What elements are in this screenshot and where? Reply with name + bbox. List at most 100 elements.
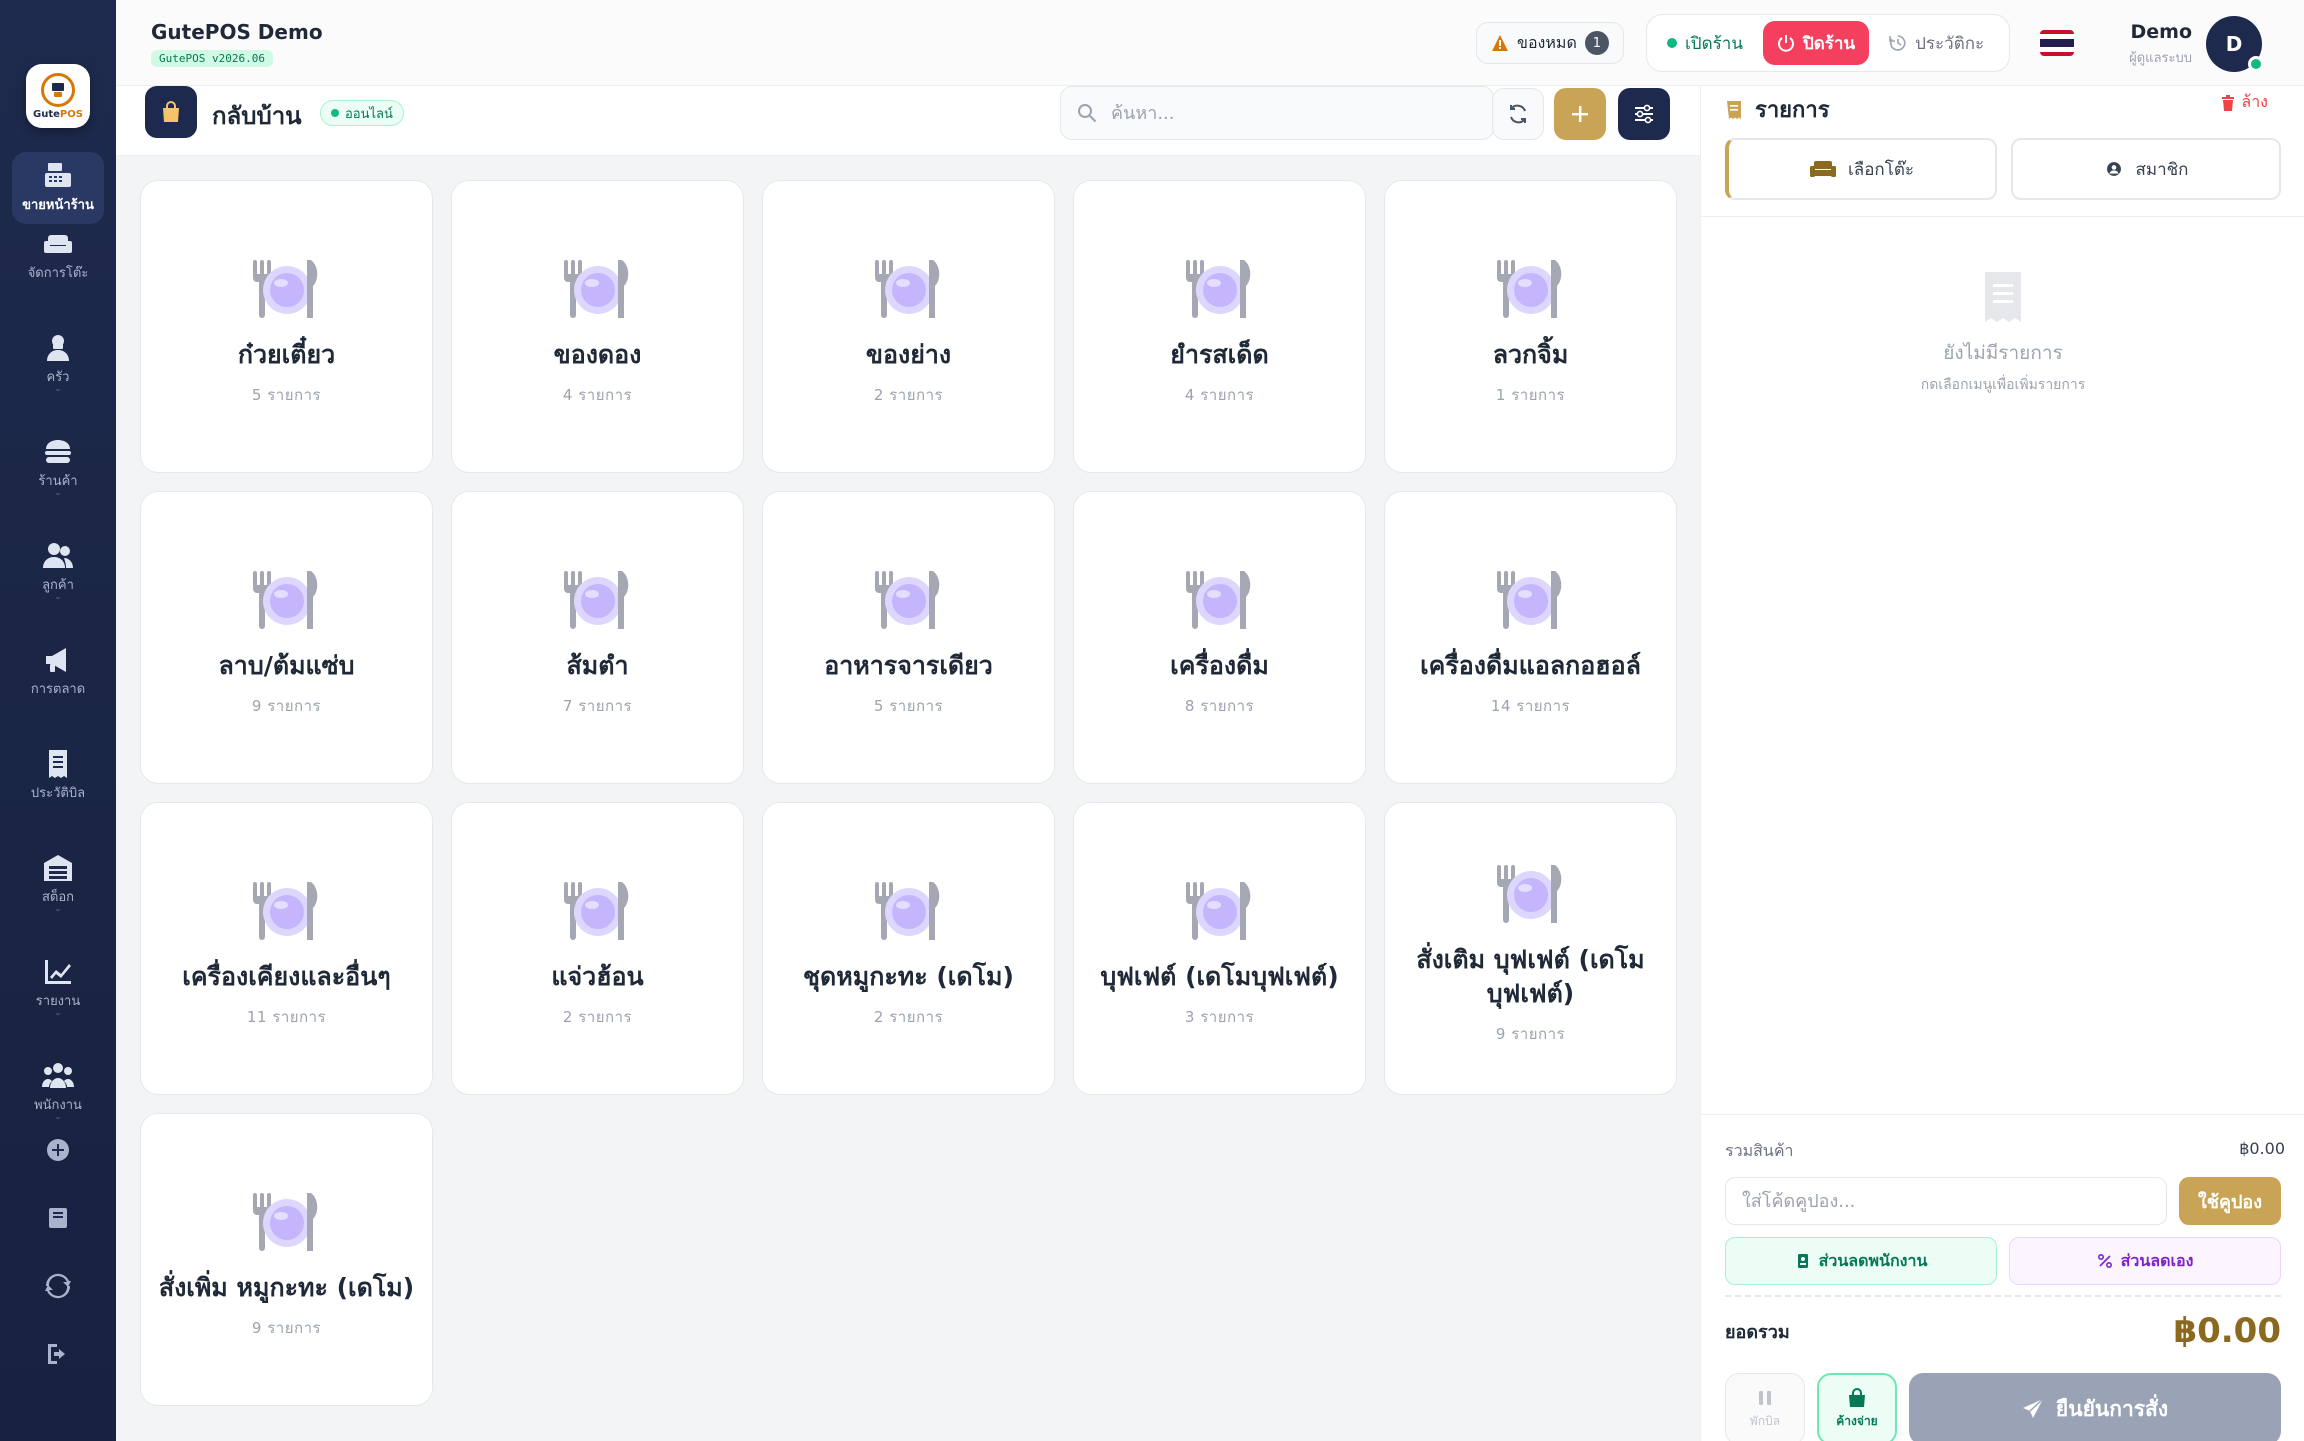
empty-title: ยังไม่มีรายการ (1943, 342, 2063, 364)
brand: GutePOS Demo GutePOS v2026.06 (151, 20, 323, 67)
category-name: แจ่วฮ้อน (551, 961, 644, 991)
category-count: 14 รายการ (1490, 697, 1571, 716)
grand-total-value: ฿0.00 (2173, 1311, 2281, 1351)
confirm-order-button[interactable]: ยืนยันการสั่ง (1909, 1373, 2281, 1441)
category-count: 4 รายการ (562, 386, 633, 405)
logo-text: GutePOS (33, 109, 83, 120)
pause-icon (1759, 1390, 1771, 1405)
category-card[interactable]: สั่งเพิ่ม หมูกะทะ (เดโม) 9 รายการ (140, 1113, 433, 1406)
chevron-down-icon: ⌄ (54, 488, 62, 498)
shift-history-button[interactable]: ประวัติกะ (1875, 21, 1998, 65)
add-button[interactable] (1554, 88, 1606, 140)
dish-icon (874, 570, 939, 629)
subtotal-label: รวมสินค้า (1725, 1141, 1794, 1160)
out-of-stock-count: 1 (1584, 31, 1609, 55)
open-store-button[interactable]: เปิดร้าน (1653, 21, 1757, 65)
category-card[interactable]: สั่งเติม บุฟเฟต์ (เดโม บุฟเฟต์) 9 รายการ (1384, 802, 1677, 1095)
pending-payment-button[interactable]: ค้างจ่าย (1817, 1373, 1897, 1441)
category-card[interactable]: เครื่องดื่มแอลกอฮอล์ 14 รายการ (1384, 491, 1677, 784)
category-grid: ก๋วยเตี๋ยว 5 รายการ ของดอง 4 รายการ ของย… (140, 180, 1677, 1406)
category-count: 8 รายการ (1184, 697, 1255, 716)
dish-icon (1496, 259, 1561, 318)
category-card[interactable]: อาหารจารเดียว 5 รายการ (762, 491, 1055, 784)
status-dot (331, 109, 339, 117)
apply-coupon-button[interactable]: ใช้คูปอง (2179, 1177, 2281, 1225)
sidebar-item-bill-history[interactable]: ประวัติบิล (12, 740, 104, 812)
order-tabs: เลือกโต๊ะ สมาชิก (1725, 138, 2281, 200)
confirm-order-label: ยืนยันการสั่ง (2055, 1397, 2169, 1421)
category-card[interactable]: ยำรสเด็ด 4 รายการ (1073, 180, 1366, 473)
member-button[interactable]: สมาชิก (2011, 138, 2281, 200)
category-card[interactable]: ก๋วยเตี๋ยว 5 รายการ (140, 180, 433, 473)
app-logo[interactable]: GutePOS (26, 64, 90, 128)
hold-bill-button[interactable]: พักบิล (1725, 1373, 1805, 1441)
sidebar-item-pos[interactable]: ขายหน้าร้าน (12, 152, 104, 224)
clear-order-button[interactable]: ล้าง (2221, 90, 2268, 115)
category-count: 5 รายการ (251, 386, 322, 405)
coupon-input[interactable] (1725, 1177, 2167, 1225)
custom-discount-button[interactable]: ส่วนลดเอง (2009, 1237, 2281, 1285)
brand-name: GutePOS Demo (151, 20, 323, 44)
sidebar-bottom (0, 1137, 116, 1371)
close-store-button[interactable]: ปิดร้าน (1762, 21, 1870, 65)
online-indicator (2248, 56, 2264, 72)
sidebar-item-customers[interactable]: ลูกค้า ⌄ (12, 532, 104, 604)
category-count: 1 รายการ (1495, 386, 1566, 405)
category-card[interactable]: ชุดหมูกะทะ (เดโม) 2 รายการ (762, 802, 1055, 1095)
category-name: ลาบ/ต้มแซ่บ (218, 650, 355, 680)
sidebar-item-kitchen[interactable]: ครัว ⌄ (12, 324, 104, 396)
avatar[interactable]: D (2206, 16, 2264, 72)
category-card[interactable]: บุฟเฟต์ (เดโมบุฟเฟต์) 3 รายการ (1073, 802, 1366, 1095)
category-count: 3 รายการ (1184, 1008, 1255, 1027)
refresh-button[interactable] (1492, 88, 1544, 140)
category-card[interactable]: ลวกจิ้ม 1 รายการ (1384, 180, 1677, 473)
book-icon (49, 1208, 67, 1228)
sync-icon (45, 1273, 71, 1299)
order-mode-button[interactable] (145, 86, 197, 138)
user-menu[interactable]: Demo ผู้ดูแลระบบ D (2129, 16, 2264, 72)
divider (1701, 216, 2304, 217)
category-card[interactable]: ของย่าง 2 รายการ (762, 180, 1055, 473)
receipt-icon (49, 750, 67, 778)
category-name: ส้มตำ (566, 650, 629, 680)
thai-flag-icon[interactable] (2040, 30, 2074, 56)
order-actions: พักบิล ค้างจ่าย ยืนยันการสั่ง (1725, 1373, 2281, 1441)
book-button[interactable] (45, 1205, 71, 1235)
category-card[interactable]: แจ่วฮ้อน 2 รายการ (451, 802, 744, 1095)
coupon-row: ใช้คูปอง (1725, 1177, 2281, 1225)
select-table-button[interactable]: เลือกโต๊ะ (1725, 138, 1997, 200)
store-status-group: เปิดร้าน ปิดร้าน ประวัติกะ (1646, 14, 2010, 72)
search-input[interactable] (1111, 102, 1451, 124)
plus-circle-button[interactable] (45, 1137, 71, 1167)
chevron-down-icon: ⌄ (54, 592, 62, 602)
empty-receipt-icon (1985, 272, 2021, 322)
staff-discount-button[interactable]: ส่วนลดพนักงาน (1725, 1237, 1997, 1285)
logo-mark (41, 72, 75, 107)
logout-button[interactable] (45, 1341, 71, 1371)
sidebar-item-store[interactable]: ร้านค้า ⌄ (12, 428, 104, 500)
version-badge: GutePOS v2026.06 (151, 50, 273, 67)
shift-history-label: ประวัติกะ (1915, 33, 1985, 54)
trash-icon (2222, 94, 2235, 111)
category-card[interactable]: ของดอง 4 รายการ (451, 180, 744, 473)
category-card[interactable]: ลาบ/ต้มแซ่บ 9 รายการ (140, 491, 433, 784)
category-name: สั่งเพิ่ม หมูกะทะ (เดโม) (158, 1272, 415, 1302)
category-card[interactable]: เครื่องดื่ม 8 รายการ (1073, 491, 1366, 784)
category-card[interactable]: เครื่องเคียงและอื่นๆ 11 รายการ (140, 802, 433, 1095)
category-count: 2 รายการ (562, 1008, 633, 1027)
filter-button[interactable] (1618, 88, 1670, 140)
category-count: 11 รายการ (246, 1008, 327, 1027)
category-grid-area: ก๋วยเตี๋ยว 5 รายการ ของดอง 4 รายการ ของย… (140, 180, 1677, 1406)
sofa-icon (1809, 161, 1836, 177)
sidebar-item-staff[interactable]: พนักงาน ⌄ (12, 1052, 104, 1124)
dish-icon (563, 259, 628, 318)
sidebar-item-tables[interactable]: จัดการโต๊ะ (12, 220, 104, 292)
warehouse-icon (44, 855, 72, 881)
sync-button[interactable] (45, 1273, 71, 1303)
user-info: Demo ผู้ดูแลระบบ (2129, 21, 2192, 68)
out-of-stock-button[interactable]: ของหมด 1 (1476, 22, 1624, 64)
sidebar-item-reports[interactable]: รายงาน ⌄ (12, 948, 104, 1020)
sidebar-item-marketing[interactable]: การตลาด (12, 636, 104, 708)
category-card[interactable]: ส้มตำ 7 รายการ (451, 491, 744, 784)
sidebar-item-stock[interactable]: สต็อก ⌄ (12, 844, 104, 916)
